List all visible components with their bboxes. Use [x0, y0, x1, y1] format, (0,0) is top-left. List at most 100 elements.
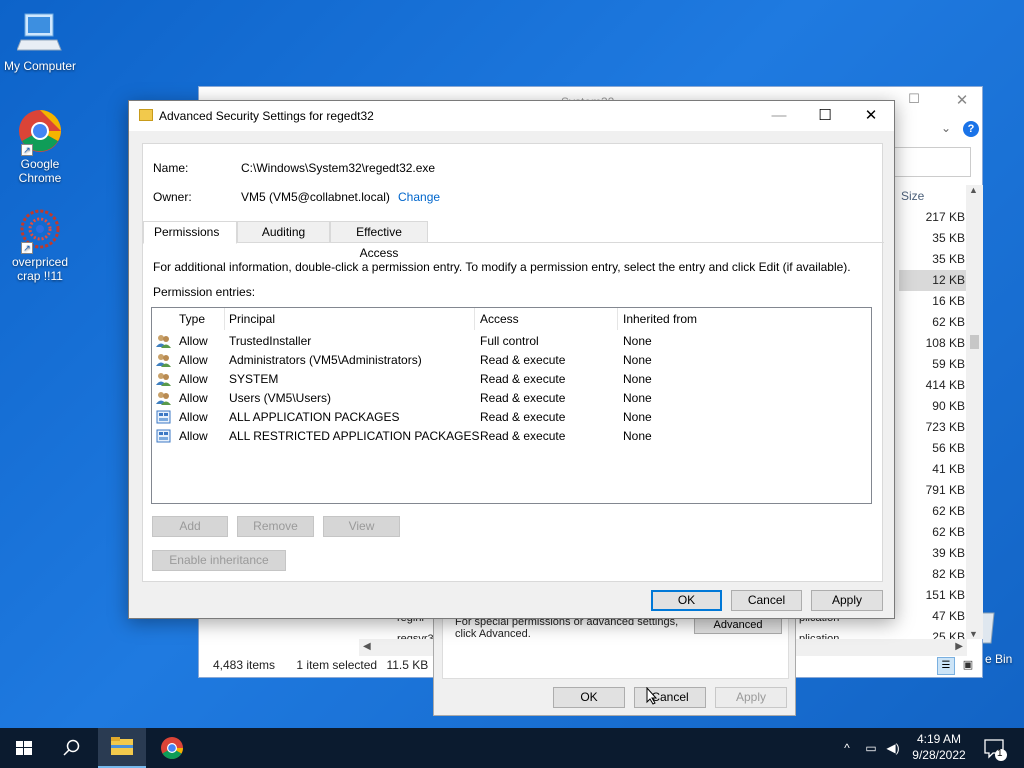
- maximize-button[interactable]: ☐: [802, 101, 848, 131]
- size-cell[interactable]: 217 KB: [899, 207, 969, 228]
- user-group-icon: [156, 334, 171, 348]
- start-button[interactable]: [0, 728, 48, 768]
- entry-inherited-from: None: [623, 334, 652, 348]
- owner-value: VM5 (VM5@collabnet.local): [241, 190, 390, 204]
- permission-entry-row[interactable]: Allow Administrators (VM5\Administrators)…: [152, 351, 871, 370]
- size-cell[interactable]: 791 KB: [899, 480, 969, 501]
- clock[interactable]: 4:19 AM 9/28/2022: [906, 728, 972, 768]
- name-label: Name:: [153, 161, 189, 175]
- dialog-titlebar[interactable]: Advanced Security Settings for regedt32 …: [129, 101, 894, 131]
- entry-access: Read & execute: [480, 410, 566, 424]
- permission-entries-list[interactable]: Type Principal Access Inherited from All…: [151, 307, 872, 504]
- entry-access: Read & execute: [480, 353, 566, 367]
- desktop-icon-google-chrome[interactable]: ↗ Google Chrome: [0, 108, 80, 185]
- volume-icon[interactable]: ◀): [884, 728, 902, 768]
- column-header-inherited[interactable]: Inherited from: [619, 308, 759, 330]
- size-cell[interactable]: 41 KB: [899, 459, 969, 480]
- entry-inherited-from: None: [623, 391, 652, 405]
- properties-ok-button[interactable]: OK: [553, 687, 625, 708]
- permission-entry-row[interactable]: Allow ALL RESTRICTED APPLICATION PACKAGES…: [152, 427, 871, 446]
- notification-center-icon[interactable]: 1: [980, 728, 1010, 768]
- maximize-button[interactable]: ☐: [899, 91, 929, 113]
- search-input[interactable]: [893, 147, 971, 177]
- change-owner-link[interactable]: Change: [398, 190, 440, 204]
- add-button[interactable]: Add: [152, 516, 228, 537]
- desktop-icon-overpriced[interactable]: ↗ overpriced crap !!11: [0, 206, 80, 283]
- help-icon[interactable]: ?: [963, 121, 979, 137]
- view-button[interactable]: View: [323, 516, 400, 537]
- scroll-up-icon[interactable]: ▲: [969, 185, 978, 195]
- column-header-type[interactable]: Type: [175, 308, 225, 330]
- details-view-icon[interactable]: ☰: [937, 657, 955, 675]
- scroll-thumb[interactable]: [970, 335, 979, 349]
- ok-button[interactable]: OK: [651, 590, 722, 611]
- scroll-left-icon[interactable]: ◀: [363, 641, 371, 652]
- expand-ribbon-icon[interactable]: ⌄: [941, 121, 951, 135]
- size-cell[interactable]: 39 KB: [899, 543, 969, 564]
- search-button[interactable]: [48, 728, 96, 768]
- notification-count: 1: [997, 748, 1003, 759]
- size-cell[interactable]: 62 KB: [899, 522, 969, 543]
- network-icon[interactable]: ▭: [862, 728, 880, 768]
- permission-entries-label: Permission entries:: [153, 285, 256, 299]
- vertical-scrollbar[interactable]: ▲ ▼: [966, 185, 983, 639]
- permission-entry-row[interactable]: Allow ALL APPLICATION PACKAGES Read & exec…: [152, 408, 871, 427]
- show-hidden-icons-icon[interactable]: ^: [838, 728, 856, 768]
- entry-type: Allow: [179, 372, 208, 386]
- windows-logo-icon: [16, 741, 32, 755]
- permission-entry-row[interactable]: Allow TrustedInstaller Full control None: [152, 332, 871, 351]
- size-cell[interactable]: 723 KB: [899, 417, 969, 438]
- size-cell[interactable]: 151 KB: [899, 585, 969, 606]
- entry-inherited-from: None: [623, 353, 652, 367]
- size-cell[interactable]: 90 KB: [899, 396, 969, 417]
- size-cell[interactable]: 62 KB: [899, 501, 969, 522]
- size-cell[interactable]: 16 KB: [899, 291, 969, 312]
- file-fragment[interactable]: plication: [799, 633, 839, 639]
- properties-apply-button[interactable]: Apply: [715, 687, 787, 708]
- permission-entry-row[interactable]: Allow SYSTEM Read & execute None: [152, 370, 871, 389]
- entry-access: Read & execute: [480, 391, 566, 405]
- cancel-button[interactable]: Cancel: [731, 590, 802, 611]
- size-cell[interactable]: 59 KB: [899, 354, 969, 375]
- folder-icon: [139, 109, 153, 121]
- size-cell[interactable]: 108 KB: [899, 333, 969, 354]
- entry-inherited-from: None: [623, 410, 652, 424]
- close-button[interactable]: ✕: [848, 101, 894, 131]
- entry-type: Allow: [179, 334, 208, 348]
- taskbar-chrome[interactable]: [148, 728, 196, 768]
- advanced-security-dialog[interactable]: Advanced Security Settings for regedt32 …: [128, 100, 895, 619]
- size-header[interactable]: Size: [899, 185, 969, 207]
- column-header-access[interactable]: Access: [476, 308, 618, 330]
- size-cell[interactable]: 12 KB: [899, 270, 969, 291]
- scroll-right-icon[interactable]: ▶: [955, 641, 963, 652]
- list-header: Type Principal Access Inherited from: [152, 308, 871, 330]
- size-cell[interactable]: 47 KB: [899, 606, 969, 627]
- size-cell[interactable]: 35 KB: [899, 228, 969, 249]
- entry-principal: Administrators (VM5\Administrators): [229, 353, 422, 367]
- column-header-principal[interactable]: Principal: [225, 308, 475, 330]
- size-cell[interactable]: 62 KB: [899, 312, 969, 333]
- scroll-down-icon[interactable]: ▼: [969, 629, 978, 639]
- size-cell[interactable]: 56 KB: [899, 438, 969, 459]
- size-cell[interactable]: 414 KB: [899, 375, 969, 396]
- entry-inherited-from: None: [623, 429, 652, 443]
- large-icons-view-icon[interactable]: ▣: [959, 657, 977, 675]
- tab-effective-access[interactable]: Effective Access: [330, 221, 428, 260]
- enable-inheritance-button[interactable]: Enable inheritance: [152, 550, 286, 571]
- desktop-icon-label: overpriced crap !!11: [11, 255, 69, 283]
- minimize-button[interactable]: —: [756, 101, 802, 131]
- permission-entry-row[interactable]: Allow Users (VM5\Users) Read & execute None: [152, 389, 871, 408]
- shortcut-icon: ↗: [17, 206, 63, 254]
- user-group-icon: [156, 391, 171, 405]
- properties-cancel-button[interactable]: Cancel: [634, 687, 706, 708]
- tab-permissions[interactable]: Permissions: [143, 221, 237, 244]
- tab-auditing[interactable]: Auditing: [237, 221, 330, 243]
- size-cell[interactable]: 82 KB: [899, 564, 969, 585]
- size-cell[interactable]: 35 KB: [899, 249, 969, 270]
- apply-button[interactable]: Apply: [811, 590, 883, 611]
- desktop-icon-my-computer[interactable]: My Computer: [0, 10, 80, 73]
- close-button[interactable]: ✕: [947, 91, 977, 113]
- taskbar-file-explorer[interactable]: [98, 728, 146, 768]
- properties-dialog[interactable]: For special permissions or advanced sett…: [433, 612, 796, 716]
- remove-button[interactable]: Remove: [237, 516, 314, 537]
